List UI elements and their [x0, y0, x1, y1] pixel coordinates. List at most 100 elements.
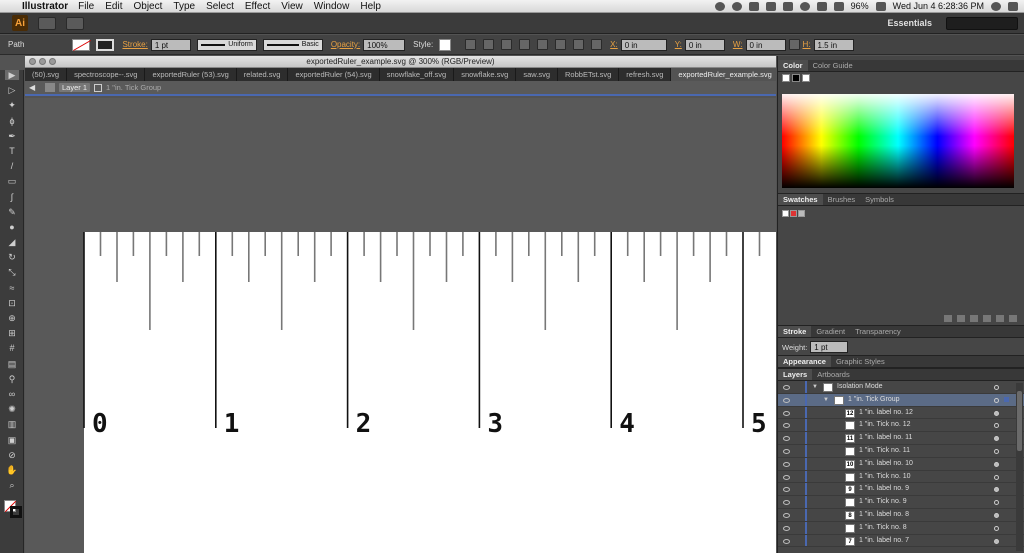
align-left-icon[interactable]	[483, 39, 494, 50]
target-circle-icon[interactable]	[994, 398, 999, 403]
symbol-sprayer-tool[interactable]: ✺	[5, 404, 19, 414]
target-circle-icon[interactable]	[994, 449, 999, 454]
zoom-window-button[interactable]	[49, 58, 56, 65]
layer-row[interactable]: 91 "in. label no. 9	[778, 483, 1024, 496]
visibility-eye-icon[interactable]	[783, 398, 790, 403]
inch-label[interactable]: 1	[224, 409, 240, 439]
swatch-options-icon[interactable]	[970, 315, 978, 322]
swatch-libraries-icon[interactable]	[944, 315, 952, 322]
document-tab[interactable]: spectroscope--.svg	[67, 68, 145, 81]
tab-graphic-styles[interactable]: Graphic Styles	[831, 356, 890, 367]
isolation-layer-crumb[interactable]: Layer 1	[59, 83, 90, 92]
new-color-group-icon[interactable]	[983, 315, 991, 322]
document-tab[interactable]: snowflake_off.svg	[380, 68, 454, 81]
direct-selection-tool[interactable]: ▷	[5, 85, 19, 95]
new-swatch-icon[interactable]	[996, 315, 1004, 322]
delete-swatch-icon[interactable]	[1009, 315, 1017, 322]
opacity-label[interactable]: Opacity:	[331, 40, 360, 49]
visibility-eye-icon[interactable]	[783, 462, 790, 467]
align-bottom-icon[interactable]	[573, 39, 584, 50]
fill-swatch[interactable]	[72, 39, 90, 51]
menu-object[interactable]: Object	[133, 1, 162, 12]
gradient-tool[interactable]: ▤	[5, 359, 19, 369]
swatch-kind-icon[interactable]	[957, 315, 965, 322]
app-menu[interactable]: Illustrator	[22, 1, 68, 12]
layer-row[interactable]: 1 "in. Tick no. 8	[778, 522, 1024, 535]
w-label[interactable]: W:	[733, 40, 743, 49]
align-center-icon[interactable]	[501, 39, 512, 50]
mesh-tool[interactable]: #	[5, 343, 19, 353]
swatch-white[interactable]	[798, 210, 805, 217]
target-circle-icon[interactable]	[994, 385, 999, 390]
scale-tool[interactable]: ⤡	[5, 267, 19, 277]
rotate-tool[interactable]: ↻	[5, 252, 19, 262]
layer-row[interactable]: 1 "in. Tick no. 10	[778, 471, 1024, 484]
inch-label[interactable]: 2	[356, 409, 372, 439]
layers-scrollbar[interactable]	[1016, 383, 1023, 551]
battery-icon[interactable]	[876, 2, 886, 11]
stroke-label[interactable]: Stroke:	[122, 40, 147, 49]
visibility-eye-icon[interactable]	[783, 449, 790, 454]
width-field[interactable]: 0 in	[746, 39, 786, 51]
free-transform-tool[interactable]: ⊡	[5, 298, 19, 308]
zoom-tool[interactable]: ⌕	[5, 480, 19, 490]
weight-field[interactable]: 1 pt	[810, 341, 848, 353]
tab-stroke[interactable]: Stroke	[778, 326, 811, 337]
tab-color[interactable]: Color	[778, 60, 808, 71]
target-circle-icon[interactable]	[994, 526, 999, 531]
target-circle-icon[interactable]	[994, 539, 999, 544]
variable-width-profile[interactable]: Uniform	[197, 39, 257, 51]
ruler-artwork[interactable]: 012345	[25, 98, 776, 553]
document-tab[interactable]: snowflake.svg	[454, 68, 516, 81]
inch-label[interactable]: 4	[619, 409, 635, 439]
inch-label[interactable]: 3	[487, 409, 503, 439]
none-swatch[interactable]	[782, 74, 790, 82]
document-tab[interactable]: refresh.svg	[619, 68, 671, 81]
pen-tool[interactable]: ✒	[5, 131, 19, 141]
visibility-eye-icon[interactable]	[783, 500, 790, 505]
tab-layers[interactable]: Layers	[778, 369, 812, 380]
ruler-body[interactable]	[84, 232, 776, 553]
layer-row[interactable]: 1 "in. Tick no. 11	[778, 445, 1024, 458]
blend-tool[interactable]: ∞	[5, 389, 19, 399]
tab-swatches[interactable]: Swatches	[778, 194, 823, 205]
black-swatch[interactable]	[792, 74, 800, 82]
hand-tool[interactable]: ✋	[5, 465, 19, 475]
creative-cloud-icon[interactable]	[715, 2, 725, 11]
stroke-swatch[interactable]	[96, 39, 114, 51]
help-search-input[interactable]	[946, 17, 1018, 30]
document-tab[interactable]: RobbETst.svg	[558, 68, 619, 81]
tab-color-guide[interactable]: Color Guide	[808, 60, 858, 71]
visibility-eye-icon[interactable]	[783, 513, 790, 518]
visibility-eye-icon[interactable]	[783, 526, 790, 531]
spotlight-icon[interactable]	[991, 2, 1001, 11]
menu-edit[interactable]: Edit	[105, 1, 122, 12]
fill-stroke-control[interactable]	[4, 500, 22, 518]
target-circle-icon[interactable]	[994, 500, 999, 505]
menu-type[interactable]: Type	[173, 1, 195, 12]
menu-select[interactable]: Select	[206, 1, 234, 12]
magic-wand-tool[interactable]: ✦	[5, 100, 19, 110]
layer-row[interactable]: 121 "in. label no. 12	[778, 407, 1024, 420]
type-tool[interactable]: T	[5, 146, 19, 156]
slice-tool[interactable]: ⊘	[5, 450, 19, 460]
shape-builder-tool[interactable]: ⊕	[5, 313, 19, 323]
target-circle-icon[interactable]	[994, 411, 999, 416]
clock[interactable]: Wed Jun 4 6:28:36 PM	[893, 1, 984, 11]
visibility-eye-icon[interactable]	[783, 539, 790, 544]
tab-symbols[interactable]: Symbols	[860, 194, 899, 205]
color-spectrum[interactable]	[782, 94, 1014, 188]
target-circle-icon[interactable]	[994, 475, 999, 480]
warp-tool[interactable]: ≈	[5, 283, 19, 293]
lasso-tool[interactable]: ϕ	[5, 116, 19, 126]
layer-row[interactable]: 101 "in. label no. 10	[778, 458, 1024, 471]
volume-icon[interactable]	[834, 2, 844, 11]
target-circle-icon[interactable]	[994, 513, 999, 518]
tab-appearance[interactable]: Appearance	[778, 356, 831, 367]
exit-isolation-arrow-icon[interactable]: ◀	[29, 83, 39, 92]
x-label[interactable]: X:	[610, 40, 618, 49]
swatch-registration[interactable]	[790, 210, 797, 217]
paintbrush-tool[interactable]: ∫	[5, 192, 19, 202]
line-segment-tool[interactable]: /	[5, 161, 19, 171]
menu-window[interactable]: Window	[314, 1, 350, 12]
